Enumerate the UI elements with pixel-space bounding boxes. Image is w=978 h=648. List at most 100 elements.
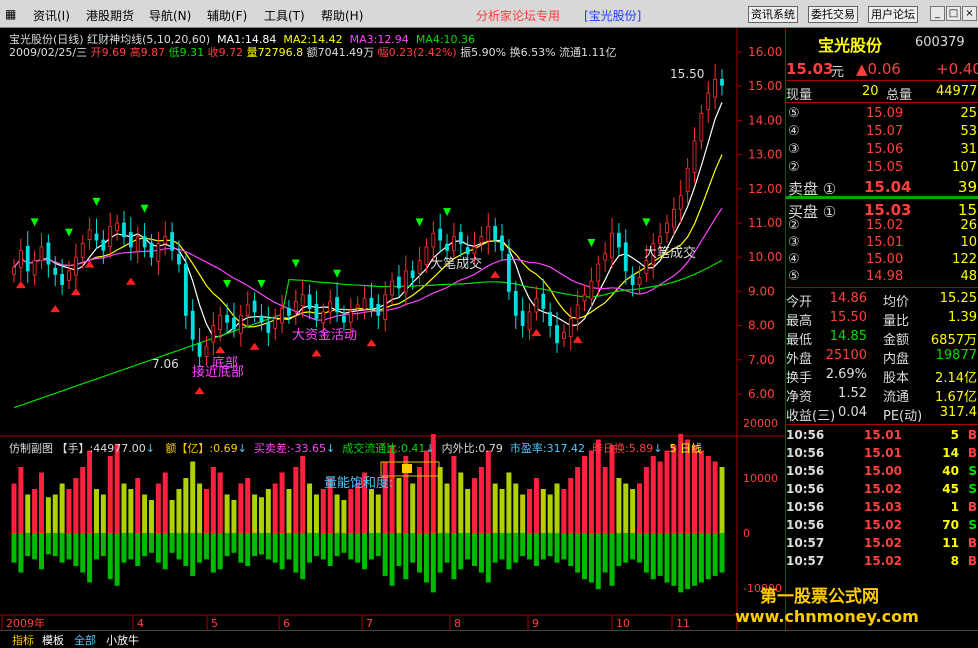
stat-row: 今开 14.86 均价 15.25 [786,291,977,310]
tick-row: 10:57 15.02 11 B [786,536,977,550]
big-trade-annotation-1: 大笔成交 [430,256,482,272]
volume-bar [252,494,258,533]
volume-bar [375,494,381,533]
month-label: 5 [211,617,218,630]
volume-neg-bar [685,533,691,590]
candle-body [472,246,477,255]
trade-button[interactable]: 委托交易 [808,6,858,23]
volume-bar [513,483,519,533]
volume-neg-bar [382,533,388,576]
sell-signal-arrow [92,197,101,206]
volume-bar [87,450,93,533]
menu-gongju[interactable]: 工具(T) [264,7,305,24]
volume-neg-bar [286,533,292,560]
candle-body [376,303,381,316]
sell-level: ③ 15.06 31 [788,142,977,157]
candle-body [699,113,704,142]
forum-button[interactable]: 用户论坛 [868,6,918,23]
volume-bar [472,478,478,533]
volume-neg-bar [657,533,663,576]
candle-body [403,270,408,293]
change-pct: +0.40 [936,60,978,78]
volume-neg-bar [458,533,464,570]
volume-neg-bar [135,533,141,566]
volume-bar [719,467,725,533]
volume-neg-bar [396,533,402,566]
menu-ganggu[interactable]: 港股期货 [86,7,134,24]
volume-bar [602,467,608,533]
month-label: 11 [676,617,690,630]
quote-panel: 宝光股份 600379 15.03 元 ▲0.06 +0.40 现量 20 总量… [785,28,978,630]
volume-bar [637,483,643,533]
minimize-icon[interactable]: _ [930,6,945,21]
volume-bar [128,489,134,533]
volume-neg-bar [169,533,175,553]
month-label: 4 [137,617,144,630]
buy-signal-arrow [15,281,26,289]
volume-neg-bar [719,533,725,573]
volume-neg-bar [678,533,684,593]
menu-fuzhu[interactable]: 辅助(F) [207,7,247,24]
candle-body [225,314,229,323]
volume-neg-bar [80,533,86,573]
volume-bar [59,483,65,533]
volume-neg-bar [73,533,79,566]
close-icon[interactable]: × [962,6,977,21]
info-system-button[interactable]: 资讯系统 [748,6,798,23]
volume-neg-bar [327,533,333,566]
candle-body [238,314,243,334]
candle-body [80,243,85,258]
kline-chart[interactable]: 16.00 15.00 14.00 13.00 12.00 11.00 10.00 9.00 8… [0,28,785,630]
ma5-line [13,102,723,338]
candle-body [348,311,353,323]
buy-signal-arrow [194,387,205,395]
buy-signal-arrow [572,335,583,343]
volume-bar [245,478,251,533]
candle-body [300,294,305,307]
stat-row: 外盘 25100 内盘 19877 [786,348,977,367]
sell-signal-arrow [642,218,651,227]
candle-body [60,273,65,285]
volume-neg-bar [155,533,161,563]
volume-bar [190,461,196,533]
price-axis-label: 8.00 [748,319,775,333]
candle-body [307,294,312,309]
sell-level: ② 15.05 107 [788,160,977,175]
volume-bar [561,489,567,533]
month-label: 2009年 [6,616,45,630]
volume-neg-bar [430,533,436,593]
volume-bar [203,489,209,533]
volume-neg-bar [692,533,698,586]
volume-bar [93,489,99,533]
volume-bar [492,483,498,533]
buy-signal-arrow [311,349,322,357]
candle-body [658,236,663,244]
candle-body [204,345,209,357]
candle-body [135,236,140,252]
maximize-icon[interactable]: □ [946,6,961,21]
volume-bar [66,489,72,533]
app-icon[interactable]: ▦ [5,7,16,21]
price-axis-label: 16.00 [748,45,782,59]
menu-daohang[interactable]: 导航(N) [149,7,191,24]
volume-bar [616,478,622,533]
volume-bar [643,467,649,533]
candle-body [610,232,614,259]
volume-neg-bar [499,533,505,560]
menu-zixun[interactable]: 资讯(I) [33,7,70,24]
volume-neg-bar [59,533,65,563]
buy-signal-arrow [50,305,61,313]
volume-neg-bar [389,533,395,586]
near-bottom-annotation: 接近底部 [192,364,244,380]
candle-body [293,301,298,312]
candle-body [520,310,525,326]
candle-body [630,274,635,285]
volume-neg-bar [279,533,285,570]
menu-bangzhu[interactable]: 帮助(H) [321,7,363,24]
volume-neg-bar [148,533,154,553]
volume-neg-bar [616,533,622,566]
volume-neg-bar [238,533,244,563]
candle-body [252,300,257,313]
volume-bar [155,483,161,533]
volume-neg-bar [465,533,471,560]
